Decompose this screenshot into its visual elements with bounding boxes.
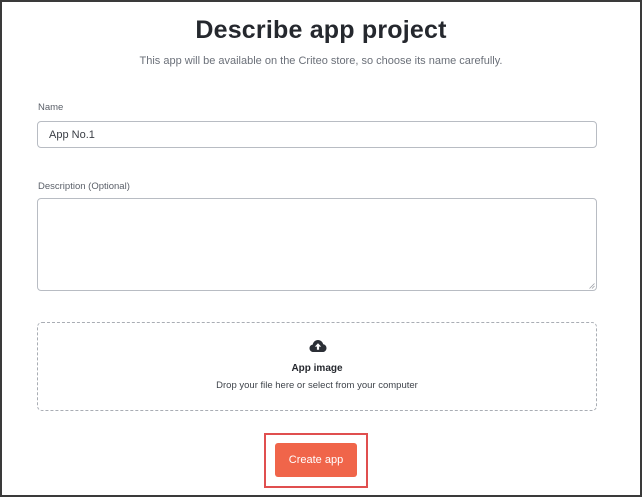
resize-grip-icon[interactable] <box>589 283 595 289</box>
name-label: Name <box>38 102 64 113</box>
page-subtitle: This app will be available on the Criteo… <box>139 55 503 67</box>
create-app-button[interactable]: Create app <box>275 443 357 477</box>
dialog-frame: Describe app project This app will be av… <box>0 0 642 497</box>
name-input[interactable] <box>37 121 597 148</box>
app-image-dropzone[interactable]: App image Drop your file here or select … <box>37 322 597 411</box>
app-image-hint: Drop your file here or select from your … <box>216 380 418 391</box>
app-image-title: App image <box>291 363 343 374</box>
cloud-upload-icon <box>309 340 327 352</box>
description-textarea[interactable] <box>37 198 597 291</box>
page-title: Describe app project <box>195 16 447 44</box>
description-label: Description (Optional) <box>38 181 130 192</box>
